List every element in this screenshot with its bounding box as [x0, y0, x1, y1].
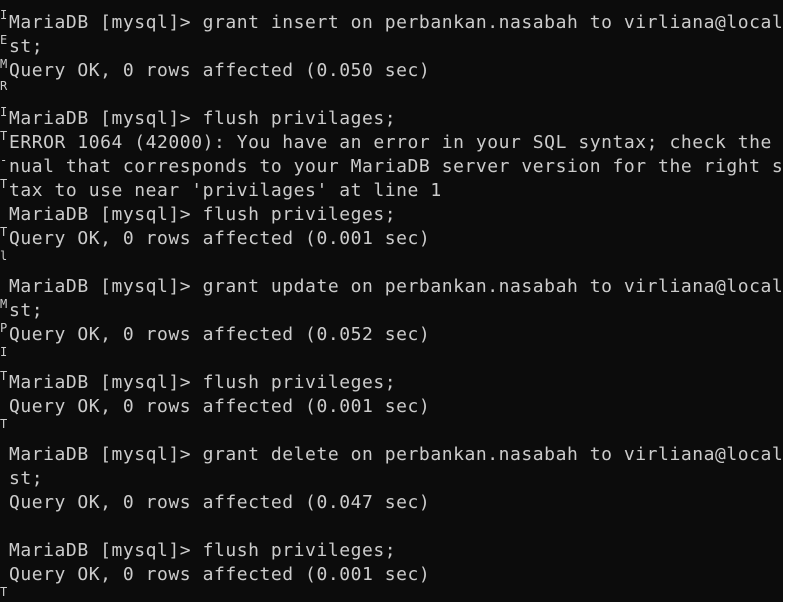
- console-line: MariaDB [mysql]> flush privileges;: [9, 372, 397, 393]
- console-line: Query OK, 0 rows affected (0.050 sec): [9, 60, 431, 81]
- console-line: MariaDB [mysql]> flush privilages;: [9, 108, 397, 129]
- gutter-fragment: I: [0, 106, 8, 118]
- gutter-fragment: T: [0, 418, 8, 430]
- gutter-fragment: T: [0, 178, 8, 190]
- scrollbar-track[interactable]: [783, 0, 809, 602]
- console-area[interactable]: I E M R I T - T T l M P I T T T MariaDB …: [0, 0, 783, 602]
- gutter-fragment: T: [0, 586, 8, 598]
- gutter-fragment: E: [0, 34, 8, 46]
- console-line: Query OK, 0 rows affected (0.001 sec): [9, 564, 431, 585]
- gutter-fragment: I: [0, 346, 8, 358]
- console-line: Query OK, 0 rows affected (0.047 sec): [9, 492, 431, 513]
- console-line: MariaDB [mysql]> flush privileges;: [9, 540, 397, 561]
- console-line: st;: [9, 468, 44, 489]
- gutter-fragment: I: [0, 9, 8, 21]
- console-line: st;: [9, 300, 44, 321]
- console-line: Query OK, 0 rows affected (0.001 sec): [9, 228, 431, 249]
- terminal-window: I E M R I T - T T l M P I T T T MariaDB …: [0, 0, 809, 602]
- background-window-edge: I E M R I T - T T l M P I T T T: [0, 0, 9, 602]
- gutter-fragment: P: [0, 322, 8, 334]
- gutter-fragment: R: [0, 80, 8, 92]
- console-line: tax to use near 'privilages' at line 1: [9, 180, 442, 201]
- console-line: MariaDB [mysql]> grant insert on perbank…: [9, 12, 783, 33]
- gutter-fragment: T: [0, 370, 8, 382]
- console-line: MariaDB [mysql]> flush privileges;: [9, 204, 397, 225]
- console-line: Query OK, 0 rows affected (0.001 sec): [9, 396, 431, 417]
- console-line: Query OK, 0 rows affected (0.052 sec): [9, 324, 431, 345]
- console-output: MariaDB [mysql]> grant insert on perbank…: [9, 11, 783, 587]
- console-line: MariaDB [mysql]> grant update on perbank…: [9, 276, 783, 297]
- gutter-fragment: l: [0, 250, 8, 262]
- console-line: nual that corresponds to your MariaDB se…: [9, 156, 783, 177]
- console-line: MariaDB [mysql]> grant delete on perbank…: [9, 444, 783, 465]
- gutter-fragment: T: [0, 226, 8, 238]
- console-line: st;: [9, 36, 44, 57]
- gutter-fragment: T: [0, 130, 8, 142]
- gutter-fragment: -: [0, 154, 8, 166]
- gutter-fragment: M: [0, 298, 8, 310]
- gutter-fragment: M: [0, 58, 8, 70]
- console-line: ERROR 1064 (42000): You have an error in…: [9, 132, 783, 153]
